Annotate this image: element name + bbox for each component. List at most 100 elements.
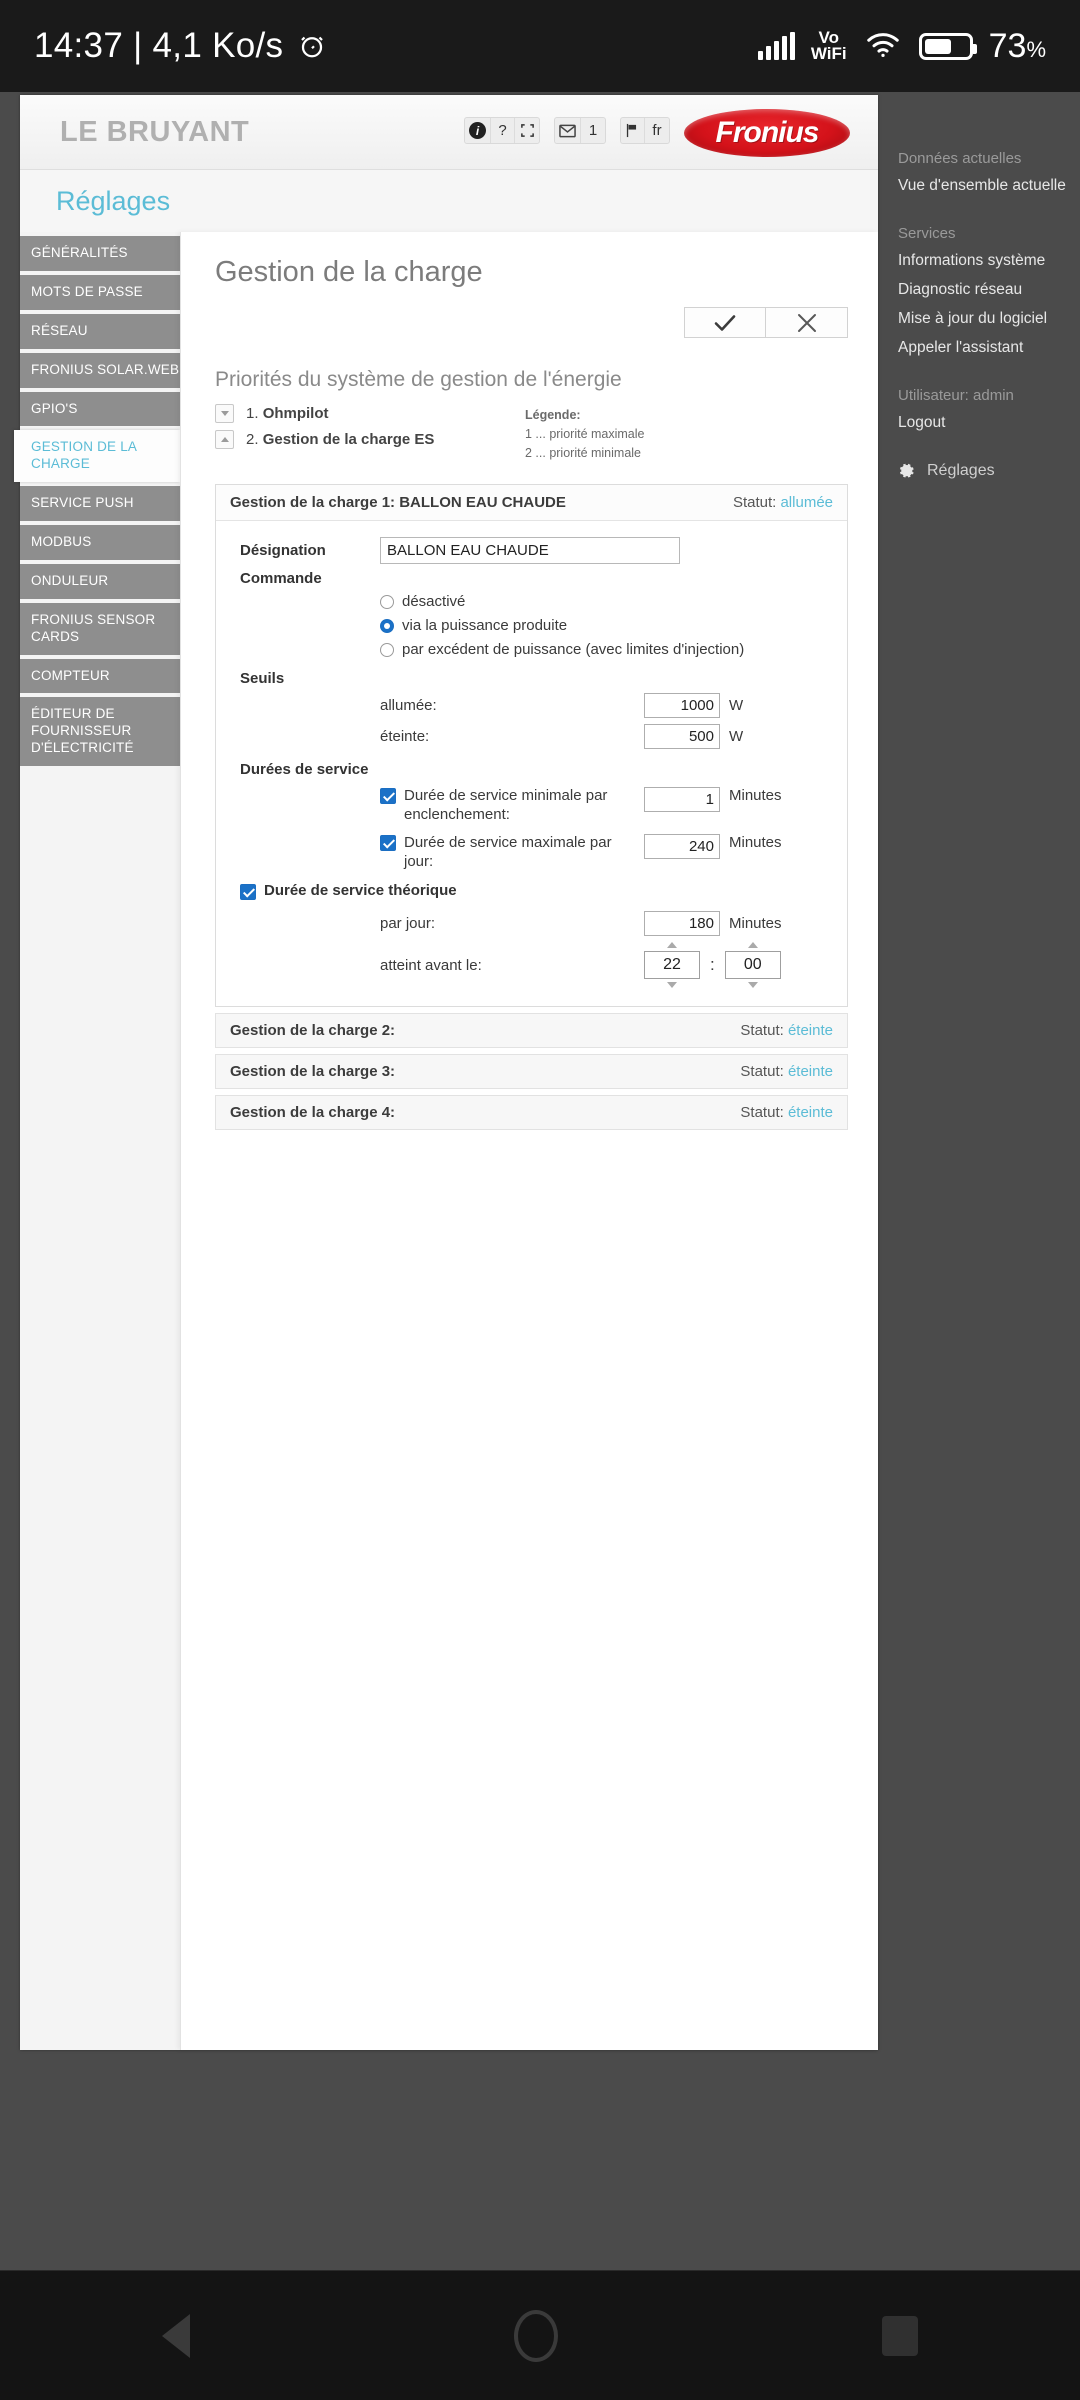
time-separator: : xyxy=(710,955,715,974)
priority-2-text: 2. Gestion de la charge ES xyxy=(246,431,434,448)
priority-row-2: 2. Gestion de la charge ES xyxy=(215,430,525,449)
tab-bar: Réglages xyxy=(20,170,878,232)
hour-input[interactable]: 22 xyxy=(644,951,700,979)
flag-icon[interactable] xyxy=(621,118,645,143)
radio-option-desactive[interactable]: désactivé xyxy=(380,593,833,610)
card-3-status-value: éteinte xyxy=(787,1063,833,1080)
load-management-card-4[interactable]: Gestion de la charge 4: Statut: éteinte xyxy=(215,1095,848,1130)
right-sidebar: Données actuelles Vue d'ensemble actuell… xyxy=(898,150,1080,480)
recents-square-icon[interactable] xyxy=(882,2315,918,2356)
status-right: Vo WiFi 73% xyxy=(757,27,1046,66)
duree-max-label: Durée de service maximale par jour: xyxy=(404,833,612,870)
rnav-group-utilisateur: Utilisateur: admin Logout xyxy=(898,387,1080,432)
confirm-button[interactable] xyxy=(684,307,766,338)
seuil-eteinte-input[interactable] xyxy=(644,724,720,750)
back-triangle-icon[interactable] xyxy=(162,2313,190,2358)
par-jour-label: par jour: xyxy=(380,915,436,932)
help-icon[interactable]: ? xyxy=(491,118,515,143)
sidebar-item-generalites[interactable]: GÉNÉRALITÉS xyxy=(20,236,180,271)
radio-option-via-puissance[interactable]: via la puissance produite xyxy=(380,617,833,634)
info-icon[interactable]: i xyxy=(465,118,491,143)
checkbox-duree-minimale[interactable] xyxy=(380,788,396,805)
fronius-logo: Fronius xyxy=(684,109,850,157)
card-1-status: Statut: allumée xyxy=(733,494,833,511)
duree-max-row: Durée de service maximale par jour: Minu… xyxy=(240,833,833,872)
hour-increment-icon[interactable] xyxy=(667,942,677,948)
radio-icon-via-puissance[interactable] xyxy=(380,618,394,633)
checkbox-duree-maximale[interactable] xyxy=(380,834,396,851)
radio-icon-excedent[interactable] xyxy=(380,642,394,657)
sidebar-item-modbus[interactable]: MODBUS xyxy=(20,525,180,560)
duree-min-row: Durée de service minimale par enclenchem… xyxy=(240,787,833,825)
language-code[interactable]: fr xyxy=(645,118,669,143)
header-toolbar: i ? 1 fr xyxy=(464,117,670,144)
sidebar-item-fronius-sensor-cards[interactable]: FRONIUS SENSOR CARDS xyxy=(20,602,180,655)
toolbar-group-language: fr xyxy=(620,117,670,144)
card-3-title: Gestion de la charge 3: xyxy=(230,1063,396,1080)
rnav-item-logout[interactable]: Logout xyxy=(898,414,1080,432)
vowifi-indicator: Vo WiFi xyxy=(811,29,847,62)
par-jour-row: par jour: Minutes xyxy=(240,911,833,936)
cancel-button[interactable] xyxy=(766,307,848,338)
chevron-up-icon[interactable] xyxy=(215,430,234,449)
card-4-status-label: Statut: xyxy=(740,1104,784,1121)
sidebar-item-gpios[interactable]: GPIO'S xyxy=(20,391,180,427)
cellular-signal-icon xyxy=(757,32,795,60)
action-buttons xyxy=(215,307,848,338)
minute-increment-icon[interactable] xyxy=(747,942,758,948)
message-count: 1 xyxy=(588,122,598,139)
seuil-eteinte-unit: W xyxy=(729,728,744,746)
priorities-list: 1. Ohmpilot 2. Gestion de la charge ES xyxy=(215,404,525,462)
rnav-head-utilisateur: Utilisateur: admin xyxy=(898,387,1014,404)
seuil-allumee-row: allumée: W xyxy=(240,693,833,719)
rnav-item-reglages[interactable]: Réglages xyxy=(898,462,1080,480)
sidebar-item-service-push[interactable]: SERVICE PUSH xyxy=(20,486,180,521)
seuils-label: Seuils xyxy=(240,670,285,688)
par-jour-input[interactable] xyxy=(644,911,720,936)
card-4-title: Gestion de la charge 4: xyxy=(230,1104,396,1121)
duree-max-input[interactable] xyxy=(644,833,720,859)
duree-min-input[interactable] xyxy=(644,787,720,813)
sidebar-item-gestion-de-la-charge[interactable]: GESTION DE LA CHARGE xyxy=(14,430,180,483)
priority-row-1: 1. Ohmpilot xyxy=(215,404,525,423)
card-1-header[interactable]: Gestion de la charge 1: BALLON EAU CHAUD… xyxy=(216,485,847,522)
sidebar-item-mots-de-passe[interactable]: MOTS DE PASSE xyxy=(20,274,180,310)
load-management-card-3[interactable]: Gestion de la charge 3: Statut: éteinte xyxy=(215,1054,848,1089)
duree-min-label: Durée de service minimale par enclenchem… xyxy=(404,787,608,823)
priority-2-number: 2. xyxy=(246,431,259,448)
radio-icon-desactive[interactable] xyxy=(380,594,394,609)
android-nav-bar xyxy=(0,2270,1080,2400)
home-circle-icon[interactable] xyxy=(514,2309,558,2362)
rnav-item-appeler-assistant[interactable]: Appeler l'assistant xyxy=(898,339,1080,357)
designation-label: Désignation xyxy=(240,542,326,560)
load-management-card-2[interactable]: Gestion de la charge 2: Statut: éteinte xyxy=(215,1013,848,1048)
sidebar-item-fronius-solarweb[interactable]: FRONIUS SOLAR.WEB xyxy=(20,352,180,388)
rnav-item-mise-a-jour[interactable]: Mise à jour du logiciel xyxy=(898,310,1080,328)
checkbox-duree-theorique[interactable] xyxy=(240,884,256,901)
radio-label-via-puissance: via la puissance produite xyxy=(402,617,568,635)
designation-input[interactable] xyxy=(380,537,680,565)
rnav-item-vue-ensemble[interactable]: Vue d'ensemble actuelle xyxy=(898,177,1080,195)
sidebar-item-compteur[interactable]: COMPTEUR xyxy=(20,658,180,694)
sidebar-item-reseau[interactable]: RÉSEAU xyxy=(20,313,180,349)
rnav-head-donnees: Données actuelles xyxy=(898,150,1022,167)
sidebar-item-onduleur[interactable]: ONDULEUR xyxy=(20,563,180,599)
expand-icon[interactable] xyxy=(515,118,539,143)
commande-options: désactivé via la puissance produite par … xyxy=(380,593,833,658)
radio-option-excedent[interactable]: par excédent de puissance (avec limites … xyxy=(380,641,833,658)
rnav-item-informations-systeme[interactable]: Informations système xyxy=(898,252,1080,270)
load-management-card-1: Gestion de la charge 1: BALLON EAU CHAUD… xyxy=(215,484,848,1007)
sidebar-item-editeur-fournisseur[interactable]: ÉDITEUR DE FOURNISSEUR D'ÉLECTRICITÉ xyxy=(20,697,180,766)
chevron-down-icon[interactable] xyxy=(215,404,234,423)
minute-input[interactable]: 00 xyxy=(724,951,781,979)
message-icon[interactable] xyxy=(555,118,581,143)
tab-reglages[interactable]: Réglages xyxy=(56,186,170,217)
designation-row: Désignation xyxy=(240,537,833,565)
minute-decrement-icon[interactable] xyxy=(747,982,758,988)
durees-label: Durées de service xyxy=(240,761,369,779)
hour-decrement-icon[interactable] xyxy=(667,982,677,988)
rnav-item-diagnostic-reseau[interactable]: Diagnostic réseau xyxy=(898,281,1080,299)
seuil-allumee-input[interactable] xyxy=(644,693,720,719)
priority-2-name: Gestion de la charge ES xyxy=(262,431,435,448)
toolbar-group-messages: 1 xyxy=(554,117,606,144)
